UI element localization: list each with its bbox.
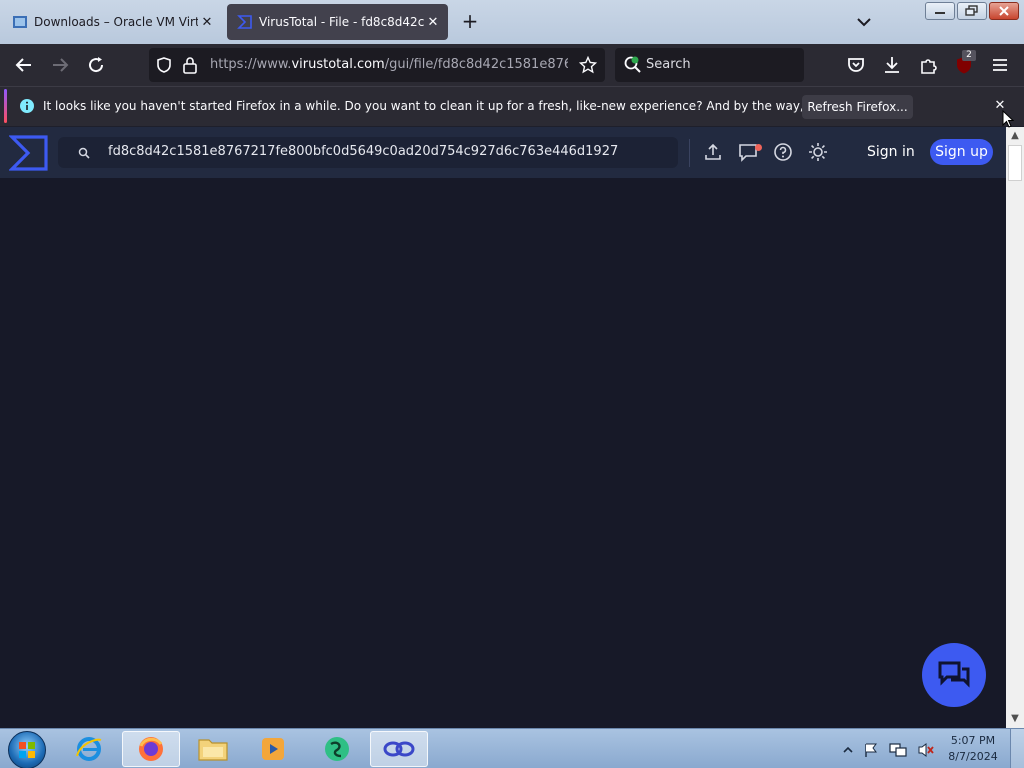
virtualbox-favicon-icon (13, 16, 27, 28)
lock-icon[interactable] (182, 56, 198, 74)
folder-icon (198, 739, 228, 761)
page-content (0, 178, 1006, 728)
tab-downloads[interactable]: Downloads – Oracle VM Virtual ✕ (2, 4, 222, 40)
reload-icon[interactable] (84, 53, 108, 77)
tab-close-icon[interactable]: ✕ (198, 15, 216, 30)
window-controls (925, 2, 1019, 22)
header-divider (689, 139, 690, 167)
taskbar-clock[interactable]: 5:07 PM 8/7/2024 (940, 733, 1006, 765)
url-bar[interactable]: https://www.virustotal.com/gui/file/fd8c… (149, 48, 605, 82)
internet-explorer-icon (76, 737, 102, 761)
url-text[interactable]: https://www.virustotal.com/gui/file/fd8c… (210, 57, 568, 72)
windows-logo-icon (19, 742, 35, 758)
url-prefix: https://www. (210, 57, 292, 72)
url-host: virustotal.com (291, 57, 385, 72)
clock-time: 5:07 PM (950, 734, 996, 747)
tab-close-icon[interactable]: ✕ (424, 15, 442, 30)
search-bar[interactable]: Search (615, 48, 804, 82)
scroll-down-icon[interactable]: ▼ (1006, 711, 1024, 727)
taskbar: 5:07 PM 8/7/2024 (0, 728, 1024, 768)
extensions-icon[interactable] (917, 53, 941, 77)
search-placeholder: Search (646, 57, 691, 72)
start-button[interactable] (8, 731, 46, 768)
upload-icon[interactable] (702, 141, 724, 163)
network-icon[interactable] (889, 742, 907, 758)
search-icon (78, 147, 90, 159)
refresh-firefox-button[interactable]: Refresh Firefox... (802, 95, 913, 119)
firefox-icon (139, 737, 163, 761)
tab-title: VirusTotal - File - fd8c8d42c158 (259, 15, 424, 29)
shield-icon[interactable] (155, 56, 173, 74)
screen: Downloads – Oracle VM Virtual ✕ VirusTot… (0, 0, 1024, 768)
search-query: fd8c8d42c1581e8767217fe800bfc0d5649c0ad2… (108, 144, 619, 159)
sign-up-button[interactable]: Sign up (930, 139, 993, 165)
taskbar-virtualbox[interactable] (370, 731, 428, 767)
action-center-flag-icon[interactable] (863, 742, 879, 758)
virustotal-favicon-icon (237, 15, 252, 29)
restore-icon (965, 5, 978, 16)
green-app-icon (325, 737, 349, 761)
minimize-button[interactable] (925, 2, 955, 20)
chat-icon (938, 661, 970, 688)
scroll-up-icon[interactable]: ▲ (1006, 128, 1024, 144)
close-window-button[interactable] (989, 2, 1019, 20)
notification-dot (755, 144, 762, 151)
virtualbox-icon (383, 741, 415, 757)
virustotal-search-input[interactable]: fd8c8d42c1581e8767217fe800bfc0d5649c0ad2… (58, 137, 678, 168)
tab-title: Downloads – Oracle VM Virtual (34, 15, 198, 29)
tab-strip: Downloads – Oracle VM Virtual ✕ VirusTot… (0, 0, 1024, 44)
tab-virustotal[interactable]: VirusTotal - File - fd8c8d42c158 ✕ (227, 4, 448, 40)
info-icon (20, 99, 34, 113)
notification-message: It looks like you haven't started Firefo… (43, 99, 899, 113)
list-tabs-chevron-icon[interactable] (852, 10, 876, 34)
pocket-icon[interactable] (844, 53, 868, 77)
show-hidden-icons-icon[interactable] (843, 745, 853, 755)
clock-date: 8/7/2024 (948, 750, 998, 763)
url-path: /gui/file/fd8c8d42c1581e87672 (384, 57, 568, 72)
system-tray (843, 741, 935, 759)
taskbar-internet-explorer[interactable] (60, 731, 118, 767)
taskbar-file-explorer[interactable] (184, 731, 242, 767)
taskbar-green-app[interactable] (308, 731, 366, 767)
mouse-cursor-icon (1002, 110, 1014, 128)
minimize-icon (935, 12, 945, 14)
chat-button[interactable] (922, 643, 986, 707)
extension-badge: 2 (962, 50, 976, 61)
bookmark-star-icon[interactable] (579, 56, 597, 74)
navigation-toolbar: https://www.virustotal.com/gui/file/fd8c… (0, 44, 1024, 86)
new-tab-button[interactable]: + (458, 10, 482, 34)
forward-arrow-icon[interactable] (48, 53, 72, 77)
taskbar-media-player[interactable] (244, 731, 302, 767)
volume-muted-icon[interactable] (917, 742, 935, 758)
notification-bar: It looks like you haven't started Firefo… (0, 86, 1024, 126)
search-engine-icon (624, 56, 641, 73)
virustotal-logo-icon[interactable] (9, 134, 49, 172)
help-icon[interactable] (772, 141, 794, 163)
close-icon (999, 6, 1009, 16)
theme-toggle-sun-icon[interactable] (807, 141, 829, 163)
restore-button[interactable] (957, 2, 987, 20)
scrollbar-thumb[interactable] (1008, 145, 1022, 181)
back-arrow-icon[interactable] (12, 53, 36, 77)
media-player-icon (262, 738, 284, 760)
downloads-icon[interactable] (880, 53, 904, 77)
menu-icon[interactable] (988, 53, 1012, 77)
virustotal-header: fd8c8d42c1581e8767217fe800bfc0d5649c0ad2… (0, 127, 1006, 178)
page-scrollbar[interactable] (1006, 127, 1024, 728)
taskbar-firefox[interactable] (122, 731, 180, 767)
notification-accent (4, 89, 7, 123)
show-desktop-button[interactable] (1010, 729, 1024, 768)
sign-in-link[interactable]: Sign in (867, 144, 915, 160)
